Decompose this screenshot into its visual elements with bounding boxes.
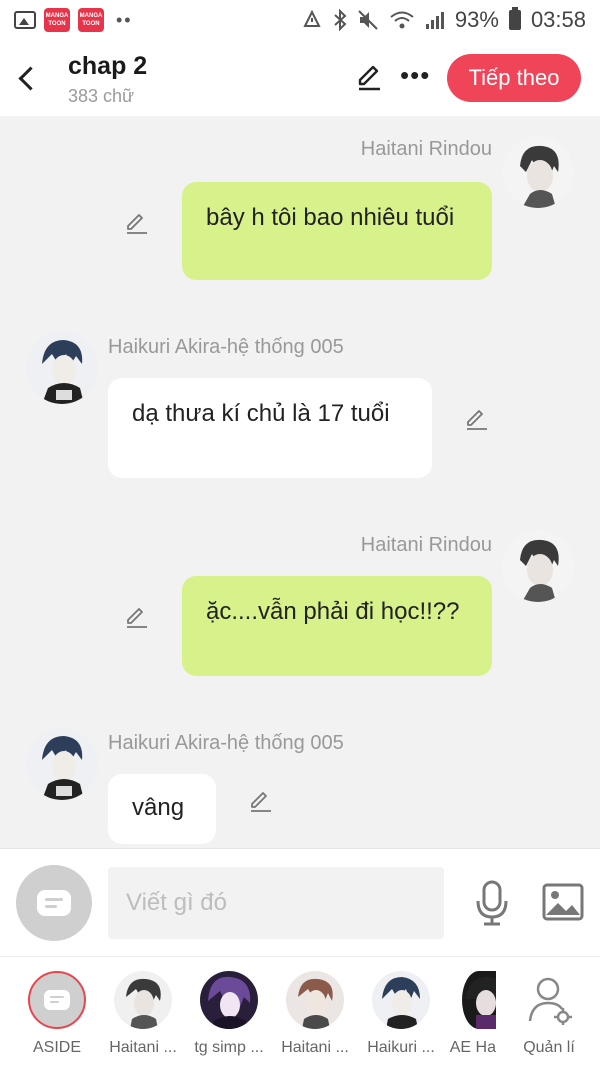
wifi-icon — [390, 11, 414, 29]
next-chapter-button[interactable]: Tiếp theo — [447, 54, 581, 102]
aside-avatar — [28, 971, 86, 1029]
character-tg-simp[interactable]: tg simp ... — [186, 969, 272, 1065]
chat-bubble-icon — [44, 990, 70, 1010]
character-label: AE Ha — [449, 1039, 496, 1056]
chat-area[interactable]: Haitani Rindou bây h tôi bao nhiêu tuổi … — [0, 116, 600, 848]
battery-icon — [508, 7, 521, 30]
character-selector-bar: ASIDE Haitani ... tg simp ... Haitani ..… — [0, 956, 600, 1067]
clock: 03:58 — [530, 7, 586, 32]
microphone-icon[interactable] — [474, 879, 510, 927]
edit-message-icon[interactable] — [124, 604, 150, 630]
avatar — [114, 971, 172, 1029]
character-aside[interactable]: ASIDE — [14, 969, 100, 1065]
mangatoon-notification-icon-2: MANGA TOON — [78, 8, 104, 32]
edit-message-icon[interactable] — [464, 406, 490, 432]
data-sync-icon — [303, 9, 321, 27]
gallery-notification-icon — [14, 11, 36, 29]
character-label: ASIDE — [32, 1039, 81, 1056]
chapter-header: chap 2 383 chữ ••• Tiếp theo — [0, 40, 600, 116]
mangatoon-notification-icon: MANGA TOON — [44, 8, 70, 32]
status-bar: MANGA TOON MANGA TOON •• 93% 03:58 — [0, 0, 600, 40]
avatar[interactable] — [26, 332, 98, 404]
message-input[interactable] — [108, 867, 444, 939]
more-options-icon[interactable]: ••• — [400, 60, 430, 91]
avatar[interactable] — [502, 530, 574, 602]
signal-icon — [425, 12, 444, 29]
sender-name: Haitani Rindou — [360, 138, 492, 160]
avatar — [372, 971, 430, 1029]
bluetooth-icon — [334, 9, 347, 31]
character-label: Haitani ... — [109, 1039, 177, 1056]
sender-name: Haikuri Akira-hệ thống 005 — [108, 732, 344, 754]
edit-pencil-icon[interactable] — [354, 62, 384, 92]
message-bubble[interactable]: dạ thưa kí chủ là 17 tuổi — [108, 378, 432, 478]
avatar — [286, 971, 344, 1029]
character-haitani-1[interactable]: Haitani ... — [100, 969, 186, 1065]
avatar[interactable] — [502, 136, 574, 208]
character-label: Quản lí — [523, 1039, 575, 1056]
character-label: tg simp ... — [194, 1039, 264, 1056]
battery-percent: 93% — [454, 7, 499, 32]
character-label: Haitani ... — [281, 1039, 349, 1056]
manage-characters-button[interactable]: Quản lí — [506, 969, 592, 1065]
character-ae-ha[interactable]: AE Ha — [436, 969, 496, 1065]
avatar — [200, 971, 258, 1029]
word-count: 383 chữ — [68, 86, 135, 106]
avatar[interactable] — [26, 728, 98, 800]
sender-name: Haikuri Akira-hệ thống 005 — [108, 336, 344, 358]
character-haitani-2[interactable]: Haitani ... — [272, 969, 358, 1065]
character-label: Haikuri ... — [367, 1039, 435, 1056]
chat-bubble-icon — [37, 890, 71, 916]
message-bubble[interactable]: bây h tôi bao nhiêu tuổi — [182, 182, 492, 280]
back-arrow-icon[interactable] — [16, 62, 38, 92]
sender-name: Haitani Rindou — [360, 534, 492, 556]
edit-message-icon[interactable] — [248, 788, 274, 814]
manage-users-icon — [528, 977, 572, 1025]
aside-toggle-button[interactable] — [16, 865, 92, 941]
message-bubble[interactable]: ặc....vẫn phải đi học!!?? — [182, 576, 492, 676]
message-bubble[interactable]: vâng — [108, 774, 216, 844]
chapter-title: chap 2 — [68, 52, 148, 80]
character-haikuri[interactable]: Haikuri ... — [358, 969, 444, 1065]
more-notifications-dots: •• — [116, 9, 133, 30]
image-upload-icon[interactable] — [542, 883, 584, 921]
mute-icon — [358, 10, 378, 30]
avatar — [462, 971, 496, 1029]
message-input-bar — [0, 848, 600, 956]
edit-message-icon[interactable] — [124, 210, 150, 236]
